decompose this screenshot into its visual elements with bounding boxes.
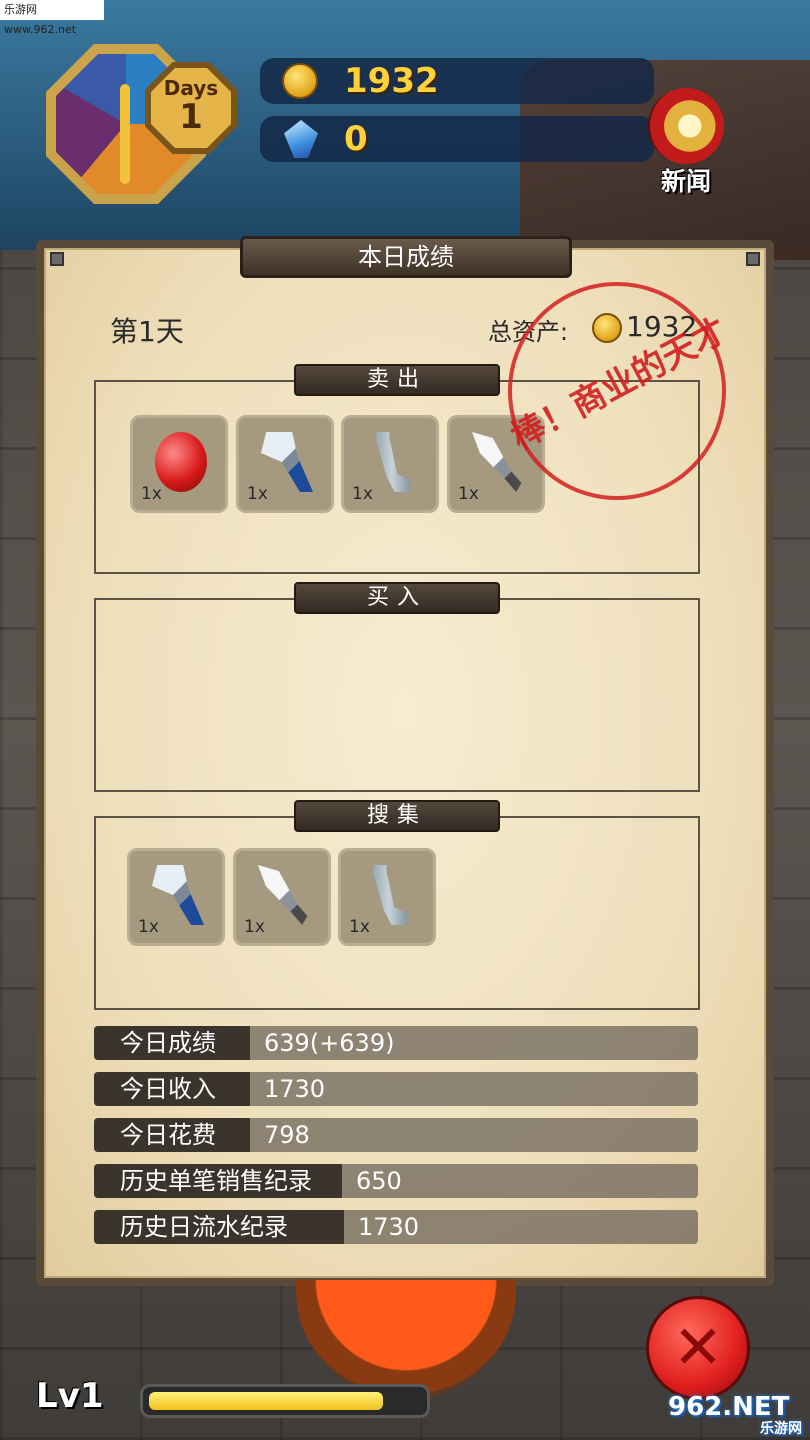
panel-title: 本日成绩 — [240, 236, 572, 278]
level-label: Lv1 — [36, 1376, 104, 1416]
shovel-icon — [261, 432, 313, 492]
buy-section — [94, 598, 700, 792]
gold-value: 1932 — [344, 61, 439, 101]
sell-item-pipe[interactable]: 1x — [341, 415, 439, 513]
stat-row: 今日收入 1730 — [94, 1072, 698, 1106]
collect-item-shovel[interactable]: 1x — [127, 848, 225, 946]
gem-icon — [284, 120, 318, 158]
stat-value: 1730 — [264, 1075, 326, 1103]
buy-header: 买入 — [294, 582, 500, 614]
item-qty: 1x — [141, 484, 162, 504]
pipe-icon — [376, 432, 411, 492]
stat-label: 今日成绩 — [94, 1026, 250, 1060]
news-button[interactable]: 新闻 — [636, 88, 736, 198]
stat-label: 今日花费 — [94, 1118, 250, 1152]
watermark-logo: 962.NET 乐游网 — [668, 1392, 808, 1437]
shovel-icon — [152, 865, 204, 925]
stat-label: 历史单笔销售纪录 — [94, 1164, 342, 1198]
stat-value: 650 — [356, 1167, 402, 1195]
clock-needle-icon — [120, 84, 130, 184]
stat-value: 798 — [264, 1121, 310, 1149]
sell-header: 卖出 — [294, 364, 500, 396]
rivet-icon — [746, 252, 760, 266]
collect-item-dagger[interactable]: 1x — [233, 848, 331, 946]
close-icon: ✕ — [672, 1313, 724, 1383]
sell-item-apple[interactable]: 1x — [130, 415, 228, 513]
stat-value: 1730 — [358, 1213, 420, 1241]
item-qty: 1x — [244, 917, 265, 937]
xp-bar-fill — [149, 1392, 383, 1410]
gem-value: 0 — [344, 119, 368, 159]
pipe-icon — [373, 865, 408, 925]
sell-item-shovel[interactable]: 1x — [236, 415, 334, 513]
collect-header: 搜集 — [294, 800, 500, 832]
stat-row: 今日成绩 639(+639) — [94, 1026, 698, 1060]
stat-label: 今日收入 — [94, 1072, 250, 1106]
stat-row: 今日花费 798 — [94, 1118, 698, 1152]
item-qty: 1x — [352, 484, 373, 504]
close-button[interactable]: ✕ — [646, 1296, 750, 1400]
stat-row: 历史单笔销售纪录 650 — [94, 1164, 698, 1198]
stat-label: 历史日流水纪录 — [94, 1210, 344, 1244]
item-qty: 1x — [349, 917, 370, 937]
news-label: 新闻 — [660, 167, 711, 196]
gem-counter: 0 — [260, 116, 654, 162]
collect-item-pipe[interactable]: 1x — [338, 848, 436, 946]
day-text: 第1天 — [110, 315, 184, 348]
stat-row: 历史日流水纪录 1730 — [94, 1210, 698, 1244]
xp-bar — [140, 1384, 430, 1418]
stat-value: 639(+639) — [264, 1029, 395, 1057]
apple-icon — [155, 432, 207, 492]
megaphone-icon — [648, 88, 724, 164]
item-qty: 1x — [458, 484, 479, 504]
days-counter: Days 1 — [145, 62, 237, 154]
gold-counter: 1932 — [260, 58, 654, 104]
days-number: 1 — [179, 97, 203, 137]
skull-coin-icon — [282, 63, 318, 99]
item-qty: 1x — [247, 484, 268, 504]
watermark-top: 乐游网 www.962.net — [0, 0, 104, 36]
item-qty: 1x — [138, 917, 159, 937]
rivet-icon — [50, 252, 64, 266]
dagger-icon — [258, 865, 308, 925]
